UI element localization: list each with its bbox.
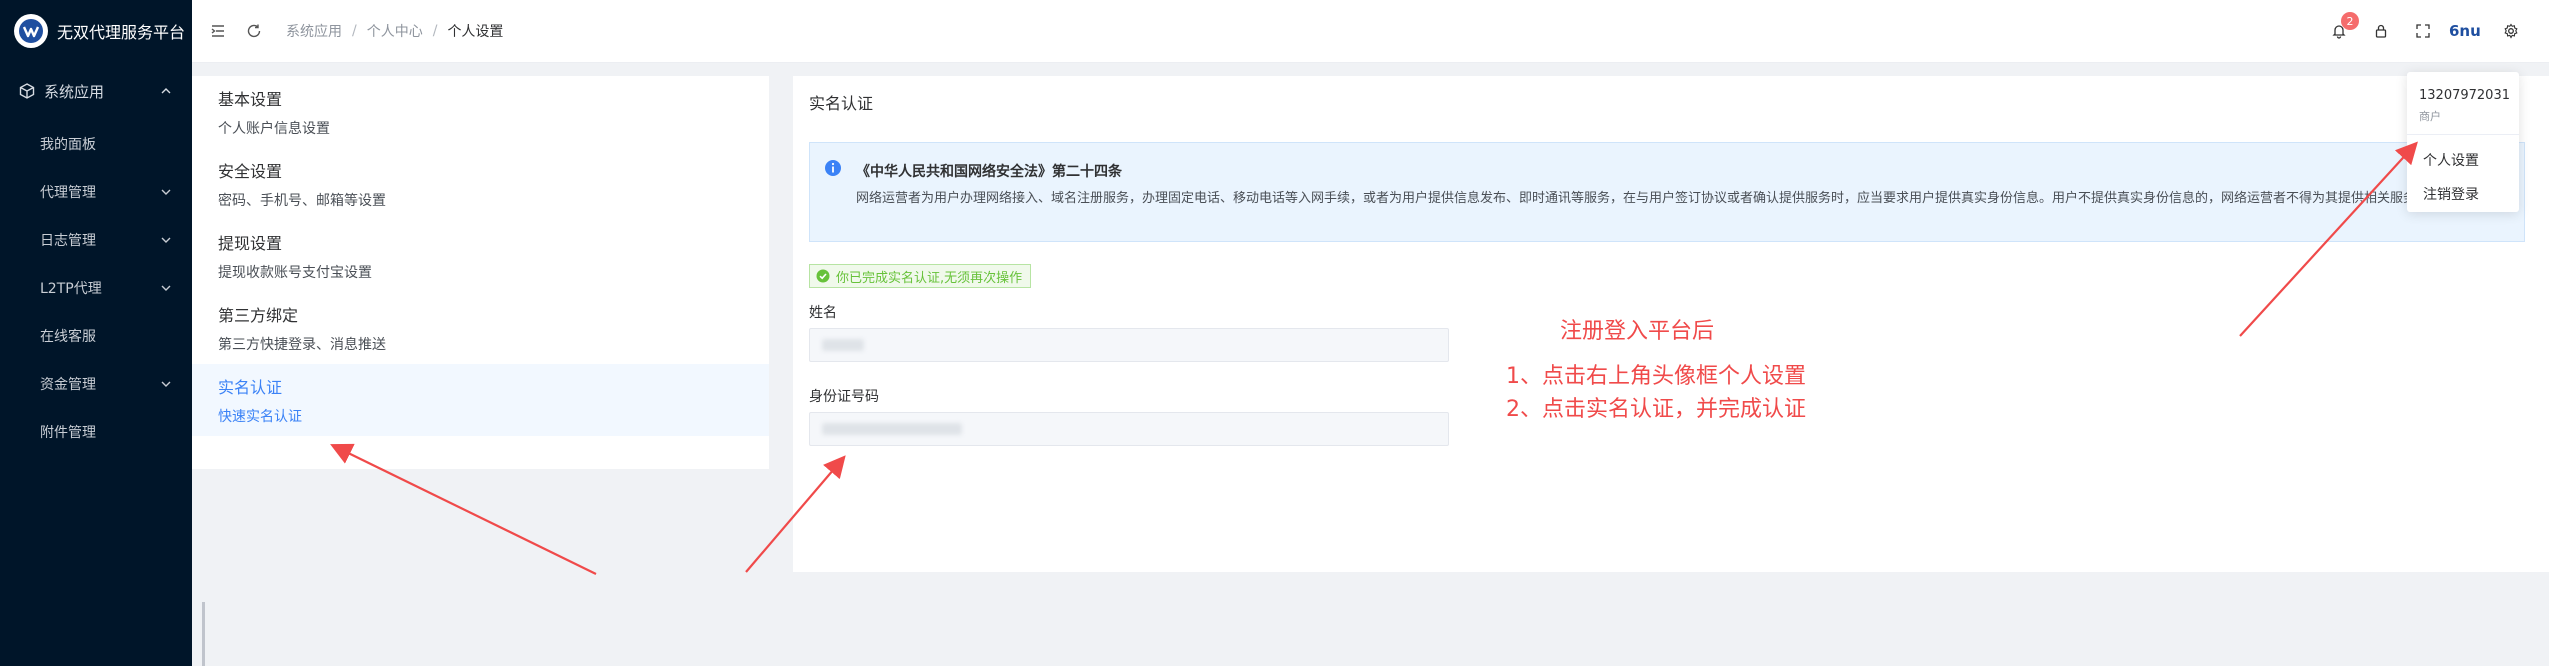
settings-item-title: 基本设置 (218, 90, 283, 109)
scrollbar[interactable] (202, 602, 205, 666)
id-number-label: 身份证号码 (809, 389, 879, 405)
user-dropdown: 13207972031 商户 个人设置 注销登录 (2407, 72, 2519, 212)
sidebar-item-label: 附件管理 (40, 425, 96, 441)
user-role: 商户 (2419, 110, 2441, 123)
breadcrumb: 系统应用 / 个人中心 / 个人设置 (286, 21, 503, 41)
sidebar-item-funds-management[interactable]: 资金管理 (0, 360, 192, 408)
settings-item-desc: 快速实名认证 (218, 409, 302, 425)
chevron-down-icon (161, 381, 171, 387)
sidebar-item-attachment-management[interactable]: 附件管理 (0, 408, 192, 456)
settings-item-desc: 第三方快捷登录、消息推送 (218, 337, 386, 353)
settings-item-desc: 密码、手机号、邮箱等设置 (218, 193, 386, 209)
header-actions: 2 6nu (2329, 0, 2549, 62)
chevron-down-icon (161, 237, 171, 243)
brand-title: 无双代理服务平台 (57, 23, 186, 42)
top-header: 系统应用 / 个人中心 / 个人设置 2 6nu (192, 0, 2549, 63)
annotation-step: 2、点击实名认证，并完成认证 (1506, 397, 1806, 422)
settings-item-security[interactable]: 安全设置 密码、手机号、邮箱等设置 (192, 148, 769, 220)
alert-body: 网络运营者为用户办理网络接入、域名注册服务，办理固定电话、移动电话等入网手续，或… (856, 191, 2430, 206)
breadcrumb-current: 个人设置 (447, 24, 504, 40)
menu-fold-icon[interactable] (208, 21, 228, 41)
chevron-down-icon (161, 285, 171, 291)
sidebar-item-l2tp-proxy[interactable]: L2TP代理 (0, 264, 192, 312)
dropdown-item-personal-settings[interactable]: 个人设置 (2423, 150, 2479, 170)
info-alert: 《中华人民共和国网络安全法》第二十四条 网络运营者为用户办理网络接入、域名注册服… (809, 142, 2525, 242)
gear-icon[interactable] (2501, 21, 2521, 41)
info-icon (824, 159, 842, 177)
breadcrumb-item[interactable]: 个人中心 (367, 21, 423, 41)
masked-name-value (822, 339, 864, 351)
settings-item-title: 提现设置 (218, 234, 283, 253)
sidebar: 无双代理服务平台 系统应用 我的面板 代理管理 日志管理 L2TP代理 在线客服… (0, 0, 192, 666)
settings-item-withdrawal[interactable]: 提现设置 提现收款账号支付宝设置 (192, 220, 769, 292)
sidebar-item-label: 日志管理 (40, 233, 96, 249)
breadcrumb-item[interactable]: 系统应用 (286, 21, 342, 41)
page-title: 实名认证 (809, 94, 874, 113)
sidebar-item-label: 资金管理 (40, 377, 96, 393)
check-circle-icon (816, 269, 830, 283)
name-label: 姓名 (809, 305, 837, 321)
fullscreen-icon[interactable] (2413, 21, 2433, 41)
breadcrumb-separator: / (432, 23, 438, 39)
alert-title: 《中华人民共和国网络安全法》第二十四条 (856, 164, 1122, 180)
avatar-text: 6nu (2449, 22, 2481, 40)
settings-item-desc: 提现收款账号支付宝设置 (218, 265, 372, 281)
settings-item-title: 安全设置 (218, 162, 283, 181)
name-field (809, 328, 1449, 362)
sidebar-item-label: 我的面板 (40, 137, 96, 153)
annotation-heading: 注册登入平台后 (1560, 319, 1715, 344)
chevron-down-icon (161, 189, 171, 195)
brand-logo-icon (14, 14, 48, 48)
user-phone: 13207972031 (2419, 88, 2510, 103)
sidebar-item-online-support[interactable]: 在线客服 (0, 312, 192, 360)
status-text: 你已完成实名认证,无须再次操作 (836, 270, 1023, 286)
sidebar-group-label: 系统应用 (44, 82, 105, 101)
sidebar-item-label: 在线客服 (40, 329, 96, 345)
brand[interactable]: 无双代理服务平台 (0, 0, 192, 62)
sidebar-item-proxy-management[interactable]: 代理管理 (0, 168, 192, 216)
annotation-steps: 1、点击右上角头像框个人设置 2、点击实名认证，并完成认证 (1506, 360, 1806, 426)
settings-menu: 基本设置 个人账户信息设置 安全设置 密码、手机号、邮箱等设置 提现设置 提现收… (192, 76, 769, 469)
sidebar-item-label: L2TP代理 (40, 281, 102, 297)
status-badge: 你已完成实名认证,无须再次操作 (809, 264, 1032, 288)
user-avatar[interactable]: 6nu (2449, 22, 2483, 40)
dropdown-item-logout[interactable]: 注销登录 (2423, 184, 2479, 204)
sidebar-item-label: 代理管理 (40, 185, 96, 201)
sidebar-item-my-panel[interactable]: 我的面板 (0, 120, 192, 168)
breadcrumb-separator: / (352, 23, 357, 39)
sidebar-item-log-management[interactable]: 日志管理 (0, 216, 192, 264)
id-number-field (809, 412, 1449, 446)
settings-item-title: 实名认证 (218, 378, 283, 397)
settings-item-third-party[interactable]: 第三方绑定 第三方快捷登录、消息推送 (192, 292, 769, 364)
notification-badge: 2 (2341, 12, 2359, 30)
settings-item-basic[interactable]: 基本设置 个人账户信息设置 (192, 76, 769, 148)
chevron-up-icon (161, 88, 171, 94)
lock-icon[interactable] (2371, 21, 2391, 41)
dropdown-divider (2407, 134, 2519, 135)
settings-item-real-name[interactable]: 实名认证 快速实名认证 (192, 364, 769, 436)
notification-bell-icon[interactable]: 2 (2329, 12, 2359, 41)
settings-item-desc: 个人账户信息设置 (218, 121, 330, 137)
cube-icon (18, 82, 36, 100)
sidebar-group-system-apps[interactable]: 系统应用 (0, 62, 192, 120)
annotation-step: 1、点击右上角头像框个人设置 (1506, 364, 1806, 389)
settings-item-title: 第三方绑定 (218, 306, 299, 325)
masked-id-value (822, 423, 962, 435)
refresh-icon[interactable] (244, 21, 264, 41)
